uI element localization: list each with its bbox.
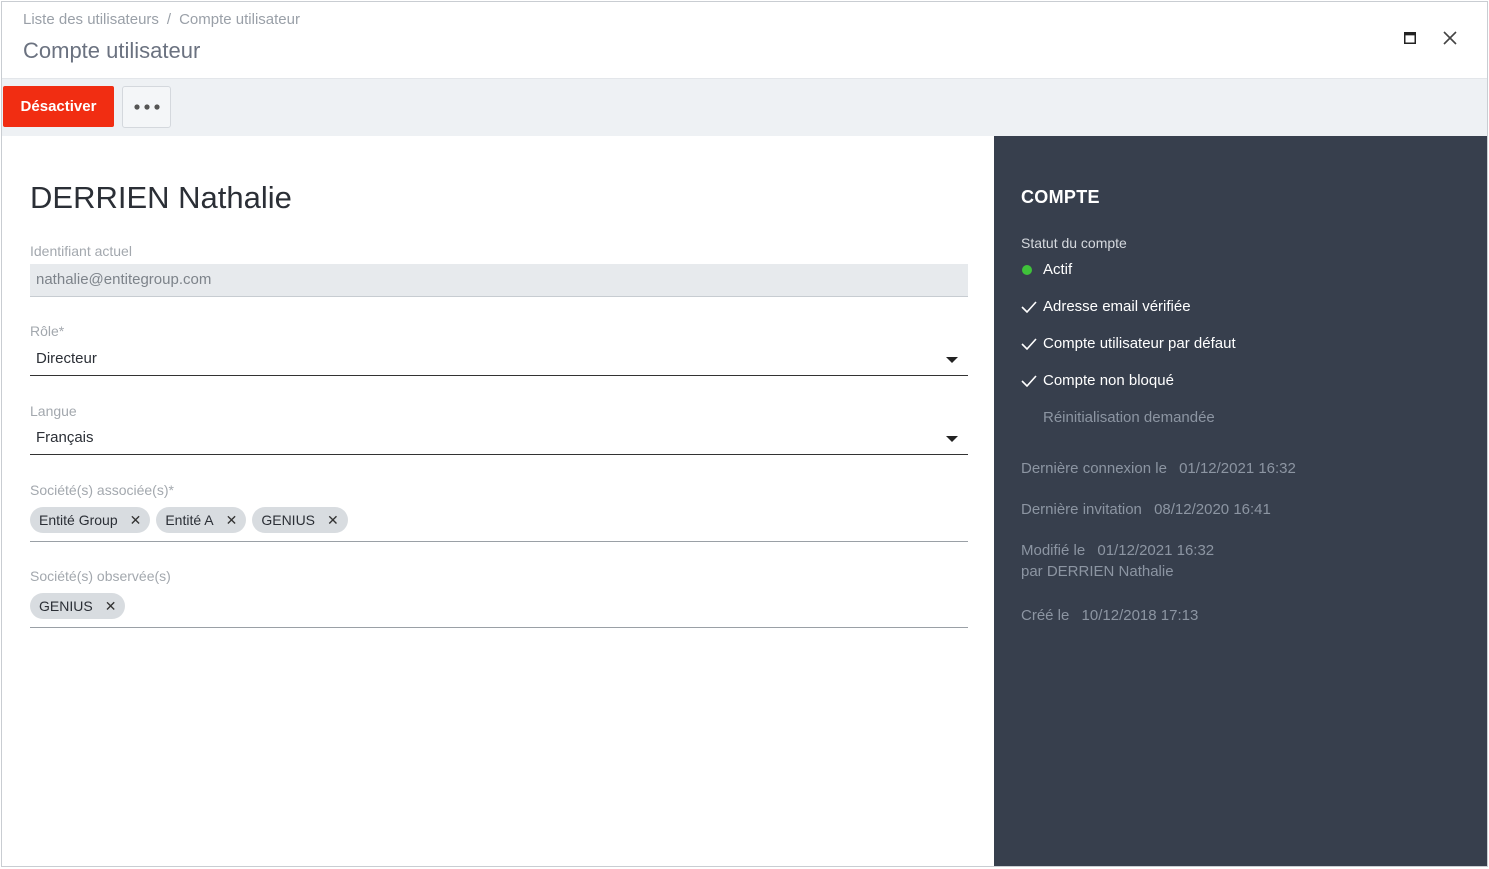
company-chip: Entité A ✕ (156, 507, 247, 533)
last-invitation-value: 08/12/2020 16:41 (1154, 501, 1271, 518)
account-status-label: Statut du compte (1021, 235, 1127, 251)
check-default-account: Compte utilisateur par défaut (1021, 335, 1236, 352)
remove-chip-icon[interactable]: ✕ (130, 513, 142, 527)
user-account-window: Liste des utilisateurs / Compte utilisat… (1, 1, 1488, 867)
reset-requested: Réinitialisation demandée (1021, 409, 1215, 426)
breadcrumb-users-list[interactable]: Liste des utilisateurs (23, 11, 159, 28)
role-value: Directeur (36, 350, 97, 367)
modified-value: 01/12/2021 16:32 (1097, 542, 1215, 559)
check-email-verified: Adresse email vérifiée (1021, 298, 1191, 315)
chip-label: Entité A (165, 512, 214, 528)
check-icon (1021, 374, 1037, 387)
account-status: Actif (1021, 261, 1072, 278)
user-form: DERRIEN Nathalie Identifiant actuel nath… (2, 136, 994, 866)
company-chip: GENIUS ✕ (252, 507, 348, 533)
breadcrumb-current: Compte utilisateur (179, 11, 300, 28)
check-not-blocked: Compte non bloqué (1021, 372, 1174, 389)
reset-requested-label: Réinitialisation demandée (1043, 409, 1215, 426)
company-chip: GENIUS ✕ (30, 593, 126, 619)
modified-info: Modifié le 01/12/2021 16:32 par DERRIEN … (1021, 540, 1214, 582)
maximize-button[interactable] (1398, 26, 1422, 50)
account-panel-title: COMPTE (1021, 187, 1100, 207)
deactivate-button[interactable]: Désactiver (3, 86, 114, 127)
dropdown-caret-icon (946, 357, 958, 363)
last-login: Dernière connexion le 01/12/2021 16:32 (1021, 458, 1296, 479)
header: Liste des utilisateurs / Compte utilisat… (2, 2, 1487, 78)
modified-by: par DERRIEN Nathalie (1021, 563, 1174, 580)
last-login-label: Dernière connexion le (1021, 460, 1167, 477)
associated-companies-field[interactable]: Entité Group ✕ Entité A ✕ GENIUS ✕ (30, 507, 968, 542)
identifier-field: nathalie@entitegroup.com (30, 264, 968, 297)
associated-companies-label: Société(s) associée(s)* (30, 482, 174, 498)
account-status-value: Actif (1043, 261, 1073, 278)
chip-label: GENIUS (261, 512, 316, 528)
more-horizontal-icon (133, 104, 160, 110)
last-invitation: Dernière invitation 08/12/2020 16:41 (1021, 499, 1271, 520)
chip-label: Entité Group (39, 512, 118, 528)
last-login-value: 01/12/2021 16:32 (1179, 460, 1296, 477)
observed-companies-label: Société(s) observée(s) (30, 568, 171, 584)
language-select[interactable]: Français (30, 422, 968, 455)
more-actions-button[interactable] (122, 86, 171, 128)
company-chip: Entité Group ✕ (30, 507, 151, 533)
dropdown-caret-icon (946, 436, 958, 442)
role-select[interactable]: Directeur (30, 343, 968, 376)
maximize-icon (1404, 32, 1416, 44)
chip-label: GENIUS (39, 598, 93, 614)
check-icon (1021, 337, 1037, 350)
role-label: Rôle* (30, 323, 65, 339)
status-active-dot-icon (1022, 264, 1032, 275)
account-panel: COMPTE Statut du compte Actif Adresse em… (994, 136, 1487, 866)
action-toolbar: Désactiver (2, 78, 1487, 136)
created-label: Créé le (1021, 607, 1070, 624)
check-label: Adresse email vérifiée (1043, 298, 1191, 315)
identifier-label: Identifiant actuel (30, 243, 132, 259)
breadcrumb: Liste des utilisateurs / Compte utilisat… (23, 11, 300, 28)
remove-chip-icon[interactable]: ✕ (226, 513, 238, 527)
last-invitation-label: Dernière invitation (1021, 501, 1142, 518)
modified-label: Modifié le (1021, 542, 1086, 559)
user-name-heading: DERRIEN Nathalie (30, 180, 292, 215)
remove-chip-icon[interactable]: ✕ (105, 599, 117, 613)
observed-companies-field[interactable]: GENIUS ✕ (30, 593, 968, 628)
breadcrumb-separator: / (166, 11, 172, 28)
created-info: Créé le 10/12/2018 17:13 (1021, 605, 1198, 626)
language-value: Français (36, 429, 94, 446)
language-label: Langue (30, 403, 77, 419)
close-icon (1443, 31, 1457, 45)
check-label: Compte non bloqué (1043, 372, 1174, 389)
close-button[interactable] (1438, 26, 1462, 50)
check-label: Compte utilisateur par défaut (1043, 335, 1236, 352)
page-title: Compte utilisateur (23, 38, 201, 63)
created-value: 10/12/2018 17:13 (1081, 607, 1199, 624)
check-icon (1021, 300, 1037, 313)
remove-chip-icon[interactable]: ✕ (327, 513, 339, 527)
